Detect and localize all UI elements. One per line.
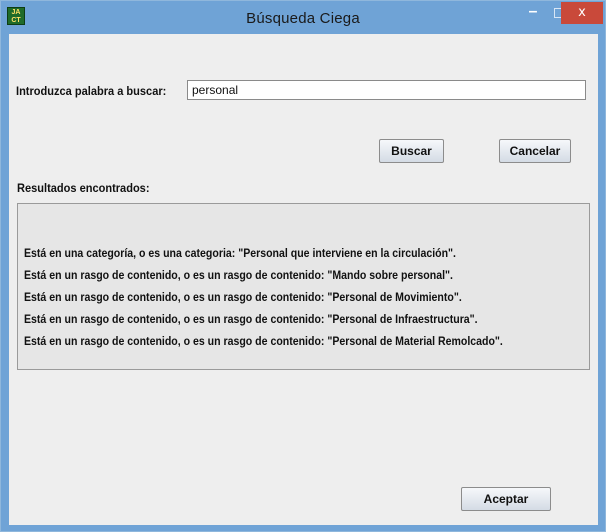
result-line: Está en un rasgo de contenido, o es un r… [24, 290, 462, 304]
search-button[interactable]: Buscar [379, 139, 444, 163]
dialog-content: Introduzca palabra a buscar: Buscar Canc… [9, 34, 598, 525]
close-button[interactable]: x [561, 2, 603, 24]
results-panel: Está en una categoría, o es una categori… [17, 203, 590, 370]
dialog-window: JA CT Búsqueda Ciega – x Introduzca palab… [0, 0, 606, 532]
search-label: Introduzca palabra a buscar: [16, 84, 167, 98]
cancel-button[interactable]: Cancelar [499, 139, 571, 163]
result-line: Está en una categoría, o es una categori… [24, 246, 456, 260]
result-line: Está en un rasgo de contenido, o es un r… [24, 312, 478, 326]
accept-button[interactable]: Aceptar [461, 487, 551, 511]
minimize-button[interactable]: – [521, 2, 545, 24]
title-bar[interactable]: JA CT Búsqueda Ciega – x [1, 1, 605, 34]
results-heading: Resultados encontrados: [17, 181, 150, 195]
result-line: Está en un rasgo de contenido, o es un r… [24, 334, 503, 348]
result-line: Está en un rasgo de contenido, o es un r… [24, 268, 453, 282]
window-title: Búsqueda Ciega [246, 10, 360, 27]
search-input[interactable] [187, 80, 586, 100]
